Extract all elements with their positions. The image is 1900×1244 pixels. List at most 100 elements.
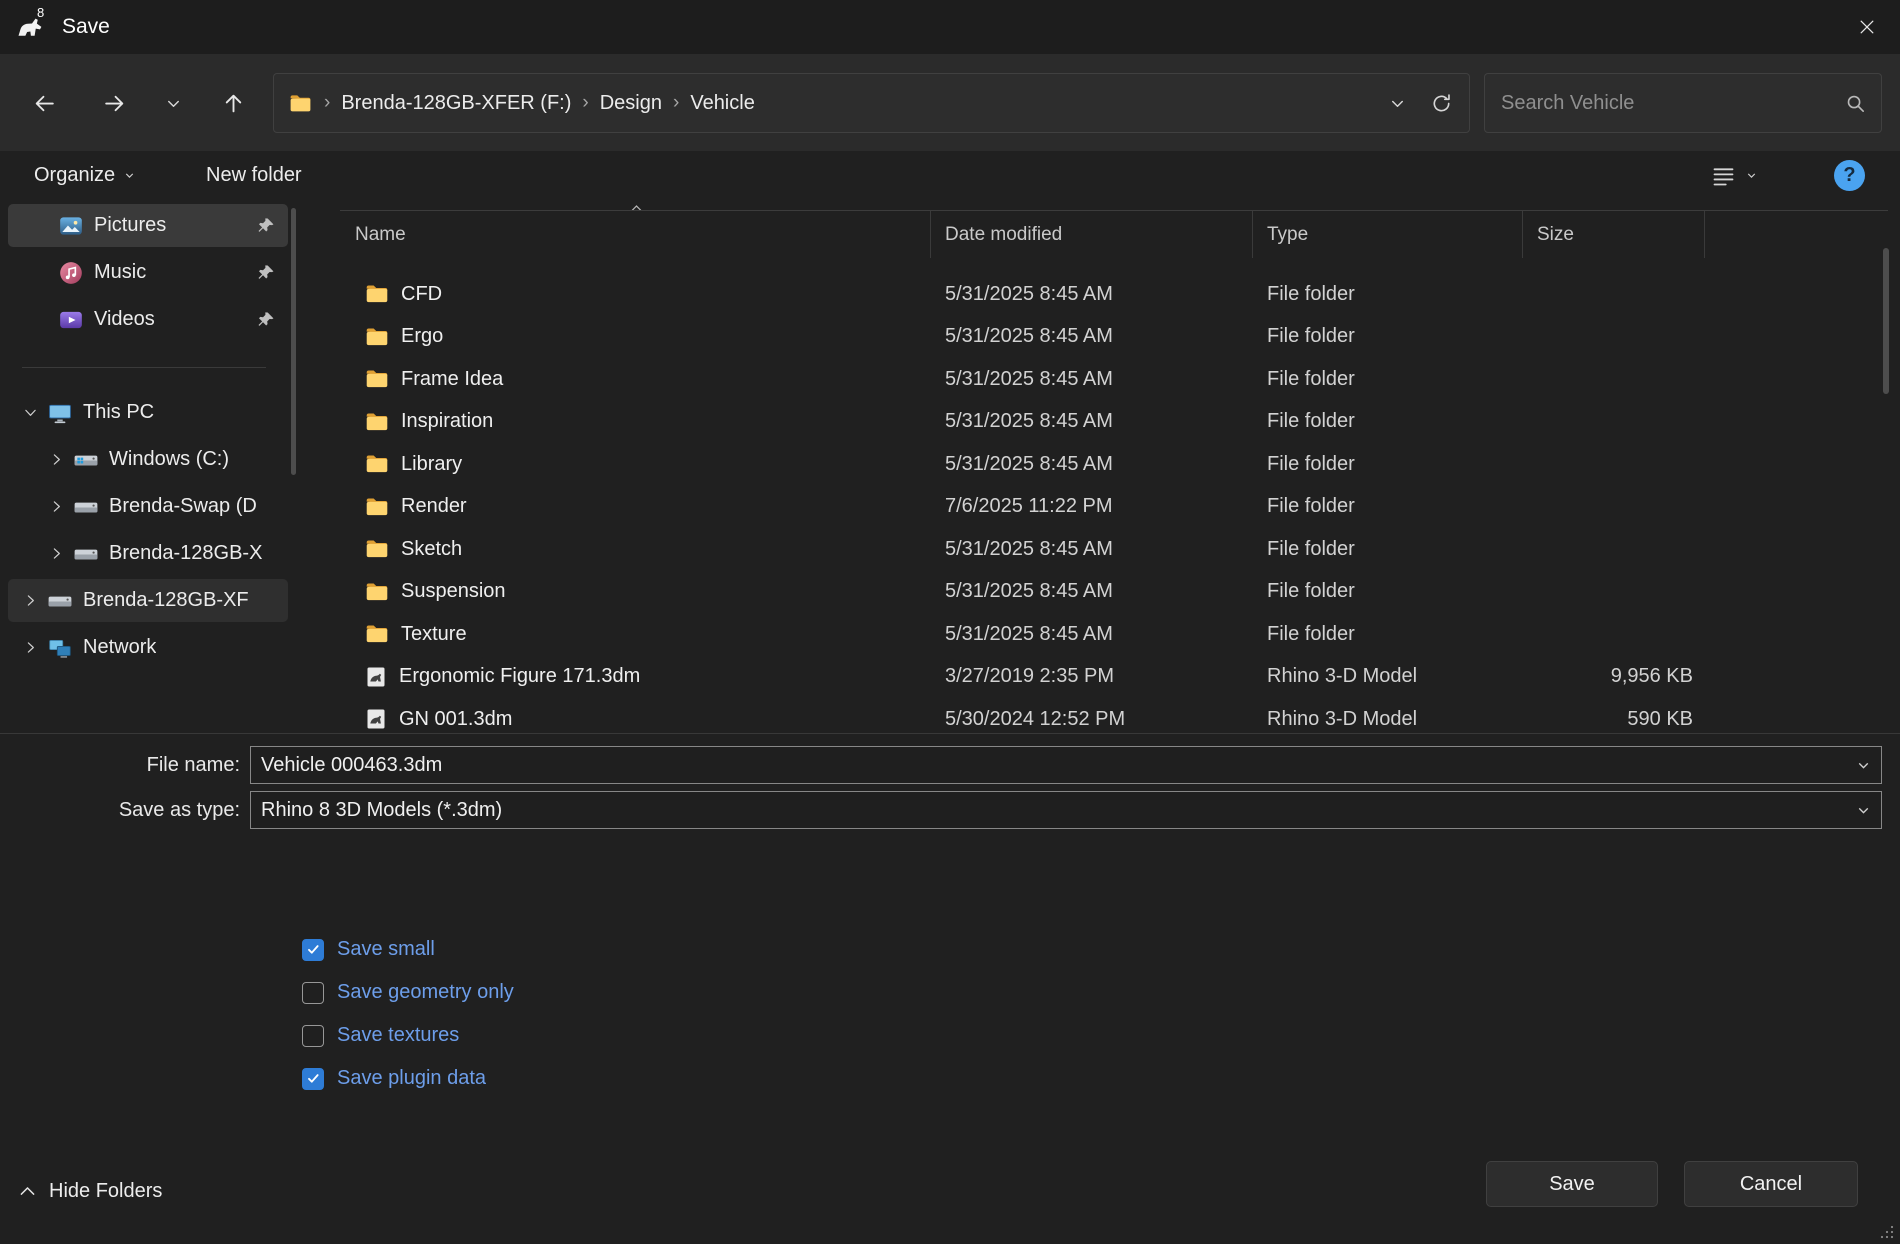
save-as-type-dropdown-button[interactable] — [1845, 792, 1881, 828]
chevron-right-icon — [22, 639, 39, 656]
file-name-dropdown-button[interactable] — [1845, 747, 1881, 783]
file-name: Suspension — [401, 580, 506, 603]
file-name-cell: Suspension — [340, 579, 931, 605]
file-row-suspension[interactable]: Suspension5/31/2025 8:45 AMFile folder — [340, 571, 1888, 614]
breadcrumb-segment-vehicle[interactable]: Vehicle — [688, 92, 757, 115]
column-header-date-modified[interactable]: Date modified — [931, 211, 1253, 258]
pin-icon — [257, 310, 276, 329]
file-name: CFD — [401, 283, 442, 306]
checkbox-checked[interactable] — [302, 1068, 324, 1090]
address-dropdown-button[interactable] — [1375, 80, 1419, 126]
column-header-type[interactable]: Type — [1253, 211, 1523, 258]
file-row-sketch[interactable]: Sketch5/31/2025 8:45 AMFile folder — [340, 528, 1888, 571]
pin-icon — [257, 263, 276, 282]
organize-button[interactable]: Organize — [24, 155, 146, 196]
sidebar-item-videos[interactable]: Videos — [8, 298, 288, 341]
cancel-button[interactable]: Cancel — [1684, 1161, 1858, 1207]
file-row-library[interactable]: Library5/31/2025 8:45 AMFile folder — [340, 443, 1888, 486]
chevron-down-icon — [1855, 757, 1872, 774]
save-as-type-combobox[interactable]: Rhino 8 3D Models (*.3dm) — [250, 791, 1882, 829]
save-option-save-small[interactable]: Save small — [302, 936, 514, 963]
new-folder-button[interactable]: New folder — [196, 155, 312, 196]
save-option-save-textures[interactable]: Save textures — [302, 1022, 514, 1049]
pin-icon — [257, 216, 276, 235]
file-list-scrollbar-thumb[interactable] — [1883, 248, 1889, 394]
folder-icon — [364, 536, 390, 562]
refresh-icon — [1430, 92, 1453, 115]
file-row-cfd[interactable]: CFD5/31/2025 8:45 AMFile folder — [340, 273, 1888, 316]
folder-icon — [288, 91, 313, 116]
file-row-ergo[interactable]: Ergo5/31/2025 8:45 AMFile folder — [340, 316, 1888, 359]
sidebar-item-music[interactable]: Music — [8, 251, 288, 294]
sidebar-item-brenda-128gb-xf[interactable]: Brenda-128GB-XF — [8, 579, 288, 622]
address-bar[interactable]: ›Brenda-128GB-XFER (F:)›Design›Vehicle — [273, 73, 1470, 133]
file-type: File folder — [1253, 495, 1523, 518]
view-options-button[interactable] — [1700, 155, 1768, 196]
file-size: 590 KB — [1523, 708, 1705, 731]
app-version-badge: 8 — [37, 5, 44, 20]
search-box — [1484, 73, 1882, 133]
chevron-right-icon — [48, 498, 65, 515]
file-type: File folder — [1253, 368, 1523, 391]
chevron-right-icon — [22, 592, 39, 609]
checkbox-unchecked[interactable] — [302, 1025, 324, 1047]
file-row-ergonomic-figure-171-3dm[interactable]: Ergonomic Figure 171.3dm3/27/2019 2:35 P… — [340, 656, 1888, 699]
sidebar-scrollbar-thumb[interactable] — [291, 208, 296, 475]
save-dialog-window: { "window": { "title": "Save", "app_badg… — [0, 0, 1900, 1244]
checkbox-checked[interactable] — [302, 939, 324, 961]
file-name-cell: CFD — [340, 281, 931, 307]
hide-folders-button[interactable]: Hide Folders — [17, 1170, 162, 1212]
content-divider — [0, 733, 1900, 734]
sidebar-item-label: Brenda-Swap (D — [109, 495, 257, 518]
up-button[interactable] — [210, 80, 256, 126]
sidebar-item-label: Windows (C:) — [109, 448, 229, 471]
sidebar-item-network[interactable]: Network — [8, 626, 288, 669]
file-date-modified: 5/30/2024 12:52 PM — [931, 708, 1253, 731]
file-row-inspiration[interactable]: Inspiration5/31/2025 8:45 AMFile folder — [340, 401, 1888, 444]
resize-grip[interactable] — [1879, 1224, 1895, 1240]
file-name: Sketch — [401, 538, 462, 561]
file-type: File folder — [1253, 623, 1523, 646]
file-name-combobox — [250, 746, 1882, 784]
folder-icon — [364, 579, 390, 605]
back-button[interactable] — [21, 80, 67, 126]
file-row-render[interactable]: Render7/6/2025 11:22 PMFile folder — [340, 486, 1888, 529]
computer-icon — [47, 400, 73, 426]
sidebar-item-label: Brenda-128GB-X — [109, 542, 262, 565]
save-option-label: Save textures — [337, 1024, 459, 1047]
file-row-gn-001-3dm[interactable]: GN 001.3dm5/30/2024 12:52 PMRhino 3-D Mo… — [340, 698, 1888, 733]
forward-button[interactable] — [91, 80, 137, 126]
file-row-frame-idea[interactable]: Frame Idea5/31/2025 8:45 AMFile folder — [340, 358, 1888, 401]
breadcrumb-separator-icon: › — [573, 92, 597, 114]
sidebar-item-windows-c[interactable]: Windows (C:) — [8, 438, 288, 481]
recent-locations-button[interactable] — [150, 80, 196, 126]
network-icon — [47, 635, 73, 661]
sidebar-item-pictures[interactable]: Pictures — [8, 204, 288, 247]
title-bar: 8 Save — [0, 0, 1900, 54]
sidebar-item-brenda-swap-d[interactable]: Brenda-Swap (D — [8, 485, 288, 528]
save-option-label: Save small — [337, 938, 435, 961]
file-type: File folder — [1253, 453, 1523, 476]
column-header-name[interactable]: Name — [340, 211, 931, 258]
refresh-button[interactable] — [1419, 80, 1463, 126]
sidebar-item-this-pc[interactable]: This PC — [8, 391, 288, 434]
search-input[interactable] — [1501, 92, 1844, 115]
file-date-modified: 5/31/2025 8:45 AM — [931, 453, 1253, 476]
breadcrumb-segment-brenda-128gb-xfer-f[interactable]: Brenda-128GB-XFER (F:) — [339, 92, 573, 115]
sidebar-item-brenda-128gb-x[interactable]: Brenda-128GB-X — [8, 532, 288, 575]
save-option-save-plugin-data[interactable]: Save plugin data — [302, 1065, 514, 1092]
help-button[interactable]: ? — [1834, 160, 1865, 191]
back-arrow-icon — [32, 91, 57, 116]
breadcrumb-segment-design[interactable]: Design — [598, 92, 664, 115]
file-name-input[interactable] — [251, 754, 1845, 777]
checkbox-unchecked[interactable] — [302, 982, 324, 1004]
column-header-size[interactable]: Size — [1523, 211, 1705, 258]
sidebar-item-label: This PC — [83, 401, 154, 424]
file-name: Ergonomic Figure 171.3dm — [399, 665, 640, 688]
close-button[interactable] — [1834, 0, 1900, 54]
save-option-save-geometry-only[interactable]: Save geometry only — [302, 979, 514, 1006]
save-button[interactable]: Save — [1486, 1161, 1658, 1207]
file-row-texture[interactable]: Texture5/31/2025 8:45 AMFile folder — [340, 613, 1888, 656]
file-date-modified: 5/31/2025 8:45 AM — [931, 538, 1253, 561]
hide-folders-label: Hide Folders — [49, 1180, 162, 1203]
